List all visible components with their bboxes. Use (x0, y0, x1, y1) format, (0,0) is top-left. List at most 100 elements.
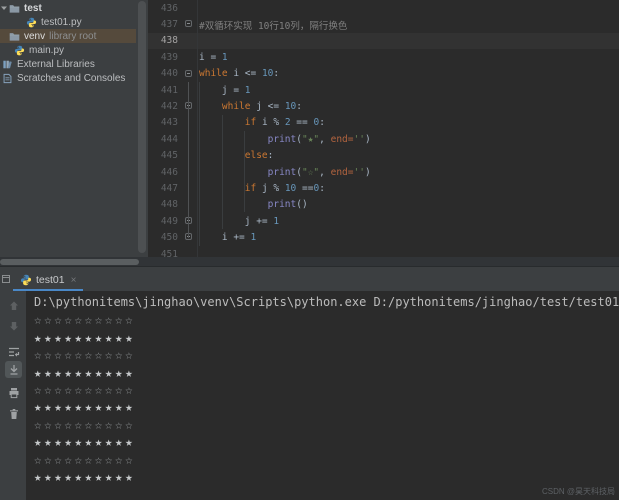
gutter-fold-column (181, 82, 198, 98)
line-number[interactable]: 448 (148, 199, 181, 210)
code-line-445[interactable]: 445 else: (148, 148, 619, 164)
watermark: CSDN @昊天科技局 (542, 486, 615, 497)
code-line-438[interactable]: 438 (148, 33, 619, 49)
clear-all-button[interactable] (5, 405, 22, 422)
code-text: print() (199, 199, 308, 210)
line-number[interactable]: 442 (148, 101, 181, 112)
scrollbar-thumb[interactable] (0, 259, 139, 265)
line-number[interactable]: 449 (148, 216, 181, 227)
scroll-down-button[interactable] (5, 317, 22, 334)
code-line-444[interactable]: 444 print("★", end='') (148, 131, 619, 147)
code-line-437[interactable]: 437#双循环实现 10行10列，隔行换色 (148, 16, 619, 32)
console-output-line: ★★★★★★★★★★ (27, 433, 619, 450)
tree-item-venv[interactable]: venv library root (0, 29, 136, 43)
tree-item-label: Scratches and Consoles (17, 73, 125, 84)
code-line-441[interactable]: 441 j = 1 (148, 82, 619, 98)
gutter-fold-column (181, 49, 198, 65)
console-output-line: ☆☆☆☆☆☆☆☆☆☆ (27, 311, 619, 328)
tree-item-test01-py[interactable]: test01.py (0, 15, 136, 29)
fold-start-icon[interactable] (185, 20, 192, 27)
python-file-icon (20, 274, 32, 286)
gutter-fold-column (181, 213, 198, 229)
chevron-down-icon[interactable] (0, 4, 8, 12)
line-number[interactable]: 446 (148, 167, 181, 178)
gutter-fold-column (181, 16, 198, 32)
console-output-line: ☆☆☆☆☆☆☆☆☆☆ (27, 416, 619, 433)
gutter-fold-column (181, 33, 198, 49)
folder-icon (9, 3, 20, 14)
line-number[interactable]: 444 (148, 134, 181, 145)
scratches-icon (2, 73, 13, 84)
project-panel-scrollbar[interactable] (136, 0, 148, 257)
tree-item-scratches-and-consoles[interactable]: Scratches and Consoles (0, 71, 136, 85)
code-text: j += 1 (199, 216, 279, 227)
console-output-line: ★★★★★★★★★★ (27, 398, 619, 415)
scroll-to-end-icon (8, 364, 20, 376)
line-number[interactable]: 439 (148, 52, 181, 63)
python-icon (20, 274, 32, 286)
code-line-447[interactable]: 447 if j % 10 ==0: (148, 180, 619, 196)
line-number[interactable]: 437 (148, 19, 181, 30)
run-tab-test01[interactable]: test01 × (13, 268, 83, 292)
code-line-446[interactable]: 446 print("☆", end='') (148, 164, 619, 180)
gutter-fold-column (181, 197, 198, 213)
code-text: i += 1 (199, 232, 256, 243)
console-toolbar (0, 291, 27, 500)
line-number[interactable]: 445 (148, 150, 181, 161)
code-line-449[interactable]: 449 j += 1 (148, 213, 619, 229)
scroll-up-button[interactable] (5, 297, 22, 314)
soft-wrap-button[interactable] (5, 343, 22, 360)
tree-item-test[interactable]: test (0, 1, 136, 15)
code-line-439[interactable]: 439i = 1 (148, 49, 619, 65)
console-output-line: ☆☆☆☆☆☆☆☆☆☆ (27, 381, 619, 398)
clear-all-icon (8, 408, 20, 420)
code-line-450[interactable]: 450 i += 1 (148, 229, 619, 245)
run-tab-label: test01 (36, 274, 65, 286)
code-text: j = 1 (199, 85, 251, 96)
line-number[interactable]: 438 (148, 35, 181, 46)
fold-start-icon[interactable] (185, 70, 192, 77)
fold-line (188, 82, 189, 238)
scrollbar-thumb[interactable] (138, 1, 146, 253)
tree-item-main-py[interactable]: main.py (0, 43, 136, 57)
code-line-448[interactable]: 448 print() (148, 197, 619, 213)
horizontal-scrollbar[interactable] (0, 257, 619, 266)
indent-guide (199, 82, 200, 246)
close-icon[interactable]: × (71, 275, 77, 286)
scroll-up-icon (8, 300, 20, 312)
code-editor[interactable]: 436 437#双循环实现 10行10列，隔行换色 438 439i = 1440wh… (148, 0, 619, 257)
toolwindow-icon[interactable] (2, 275, 10, 283)
tree-item-label: External Libraries (17, 59, 95, 70)
gutter-fold-column (181, 66, 198, 82)
indent-guide (222, 115, 223, 229)
folder-icon (9, 31, 20, 42)
tree-item-label: venv (24, 31, 45, 42)
run-console-output[interactable]: D:\pythonitems\jinghao\venv\Scripts\pyth… (27, 291, 619, 500)
line-number[interactable]: 447 (148, 183, 181, 194)
code-text: print("★", end='') (199, 134, 371, 145)
console-output-line: ★★★★★★★★★★ (27, 329, 619, 346)
project-tree: testtest01.py venv library rootmain.py Exte… (0, 0, 136, 85)
scroll-to-end-button[interactable] (5, 361, 22, 378)
line-number[interactable]: 443 (148, 117, 181, 128)
line-number[interactable]: 450 (148, 232, 181, 243)
code-line-443[interactable]: 443 if i % 2 == 0: (148, 115, 619, 131)
run-toolwindow-tabbar: test01 × (0, 266, 619, 291)
console-output-line: ☆☆☆☆☆☆☆☆☆☆ (27, 346, 619, 363)
code-line-451[interactable]: 451 (148, 246, 619, 257)
code-line-440[interactable]: 440while i <= 10: (148, 66, 619, 82)
gutter-fold-column (181, 246, 198, 257)
gutter-fold-column (181, 98, 198, 114)
code-text: if j % 10 ==0: (199, 183, 325, 194)
line-number[interactable]: 451 (148, 249, 181, 257)
python-icon (14, 45, 25, 56)
line-number[interactable]: 440 (148, 68, 181, 79)
code-line-442[interactable]: 442 while j <= 10: (148, 98, 619, 114)
editor-lines: 436 437#双循环实现 10行10列，隔行换色 438 439i = 1440wh… (148, 0, 619, 257)
line-number[interactable]: 441 (148, 85, 181, 96)
tree-item-suffix: library root (49, 31, 96, 42)
tree-item-external-libraries[interactable]: External Libraries (0, 57, 136, 71)
line-number[interactable]: 436 (148, 3, 181, 14)
print-button[interactable] (5, 384, 22, 401)
code-line-436[interactable]: 436 (148, 0, 619, 16)
